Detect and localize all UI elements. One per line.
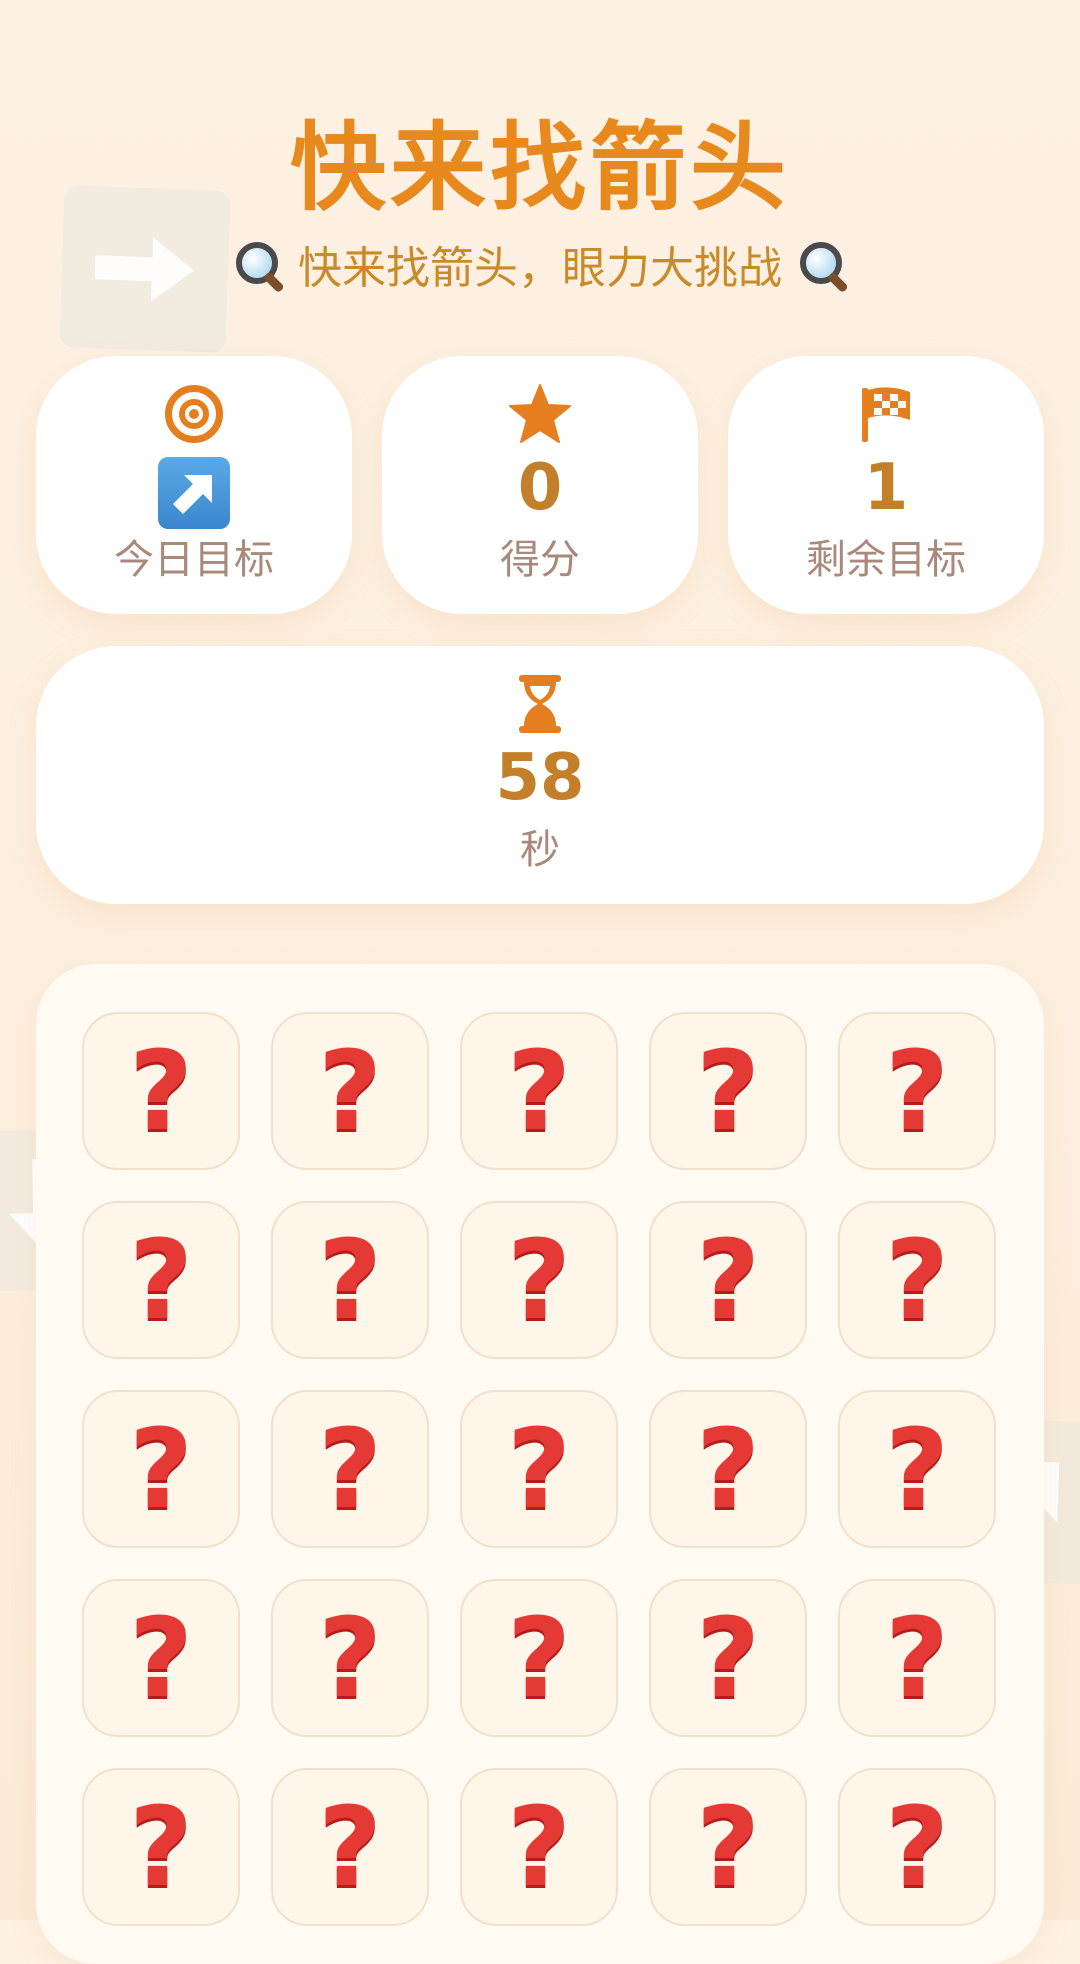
hidden-tile[interactable]: ? — [649, 1579, 807, 1737]
target-card: 今日目标 — [36, 356, 352, 614]
hidden-tile[interactable]: ? — [82, 1390, 240, 1548]
hidden-tile[interactable]: ? — [838, 1201, 996, 1359]
hidden-tile[interactable]: ? — [649, 1768, 807, 1926]
page-title: 快来找箭头 — [290, 112, 790, 224]
question-mark-icon: ? — [885, 1405, 949, 1533]
hidden-tile[interactable]: ? — [271, 1390, 429, 1548]
question-mark-icon: ? — [129, 1216, 193, 1344]
magnifying-glass-icon — [796, 238, 849, 294]
question-mark-icon: ? — [696, 1783, 760, 1911]
question-mark-icon: ? — [507, 1783, 571, 1911]
question-mark-icon: ? — [696, 1405, 760, 1533]
timer-value: 58 — [495, 741, 585, 815]
hidden-tile[interactable]: ? — [460, 1012, 618, 1170]
question-mark-icon: ? — [318, 1405, 382, 1533]
tile-grid: ????????????????????????? — [82, 1012, 996, 1926]
question-mark-icon: ? — [696, 1027, 760, 1155]
page-subtitle: 快来找箭头，眼力大挑战 — [0, 232, 1080, 296]
hidden-tile[interactable]: ? — [82, 1768, 240, 1926]
question-mark-icon: ? — [129, 1027, 193, 1155]
hidden-tile[interactable]: ? — [82, 1579, 240, 1737]
question-mark-icon: ? — [129, 1405, 193, 1533]
question-mark-icon: ? — [507, 1216, 571, 1344]
question-mark-icon: ? — [507, 1027, 571, 1155]
question-mark-icon: ? — [885, 1027, 949, 1155]
timer-unit-label: 秒 — [520, 827, 560, 873]
hidden-tile[interactable]: ? — [649, 1012, 807, 1170]
hidden-tile[interactable]: ? — [271, 1012, 429, 1170]
question-mark-icon: ? — [507, 1405, 571, 1533]
question-mark-icon: ? — [318, 1783, 382, 1911]
hidden-tile[interactable]: ? — [271, 1579, 429, 1737]
question-mark-icon: ? — [507, 1594, 571, 1722]
question-mark-icon: ? — [318, 1594, 382, 1722]
question-mark-icon: ? — [318, 1216, 382, 1344]
hidden-tile[interactable]: ? — [460, 1579, 618, 1737]
question-mark-icon: ? — [885, 1594, 949, 1722]
hidden-tile[interactable]: ? — [460, 1768, 618, 1926]
hidden-tile[interactable]: ? — [838, 1579, 996, 1737]
magnifying-glass-icon — [232, 238, 285, 294]
question-mark-icon: ? — [129, 1783, 193, 1911]
game-board: ????????????????????????? — [36, 964, 1044, 1964]
hidden-tile[interactable]: ? — [82, 1012, 240, 1170]
hidden-tile[interactable]: ? — [649, 1390, 807, 1548]
target-label: 今日目标 — [114, 537, 274, 583]
score-label: 得分 — [500, 537, 580, 583]
question-mark-icon: ? — [129, 1594, 193, 1722]
hidden-tile[interactable]: ? — [838, 1390, 996, 1548]
question-mark-icon: ? — [885, 1216, 949, 1344]
question-mark-icon: ? — [696, 1216, 760, 1344]
hidden-tile[interactable]: ? — [460, 1201, 618, 1359]
score-card: 0 得分 — [382, 356, 698, 614]
hidden-tile[interactable]: ? — [460, 1390, 618, 1548]
hidden-tile[interactable]: ? — [838, 1768, 996, 1926]
remaining-card: 1 剩余目标 — [728, 356, 1044, 614]
subtitle-text: 快来找箭头，眼力大挑战 — [298, 243, 782, 294]
hidden-tile[interactable]: ? — [838, 1012, 996, 1170]
target-arrow-value — [36, 448, 352, 530]
up-right-arrow-icon — [158, 457, 230, 530]
checkered-flag-icon — [862, 387, 910, 442]
question-mark-icon: ? — [318, 1027, 382, 1155]
hidden-tile[interactable]: ? — [271, 1201, 429, 1359]
remaining-value: 1 — [863, 451, 909, 525]
star-icon — [509, 384, 571, 443]
remaining-label: 剩余目标 — [806, 537, 966, 583]
hidden-tile[interactable]: ? — [649, 1201, 807, 1359]
hourglass-icon — [519, 675, 561, 733]
hidden-tile[interactable]: ? — [271, 1768, 429, 1926]
timer-card: 58 秒 — [36, 646, 1044, 904]
score-value: 0 — [517, 451, 563, 525]
hidden-tile[interactable]: ? — [82, 1201, 240, 1359]
question-mark-icon: ? — [696, 1594, 760, 1722]
question-mark-icon: ? — [885, 1783, 949, 1911]
target-icon — [165, 385, 223, 443]
